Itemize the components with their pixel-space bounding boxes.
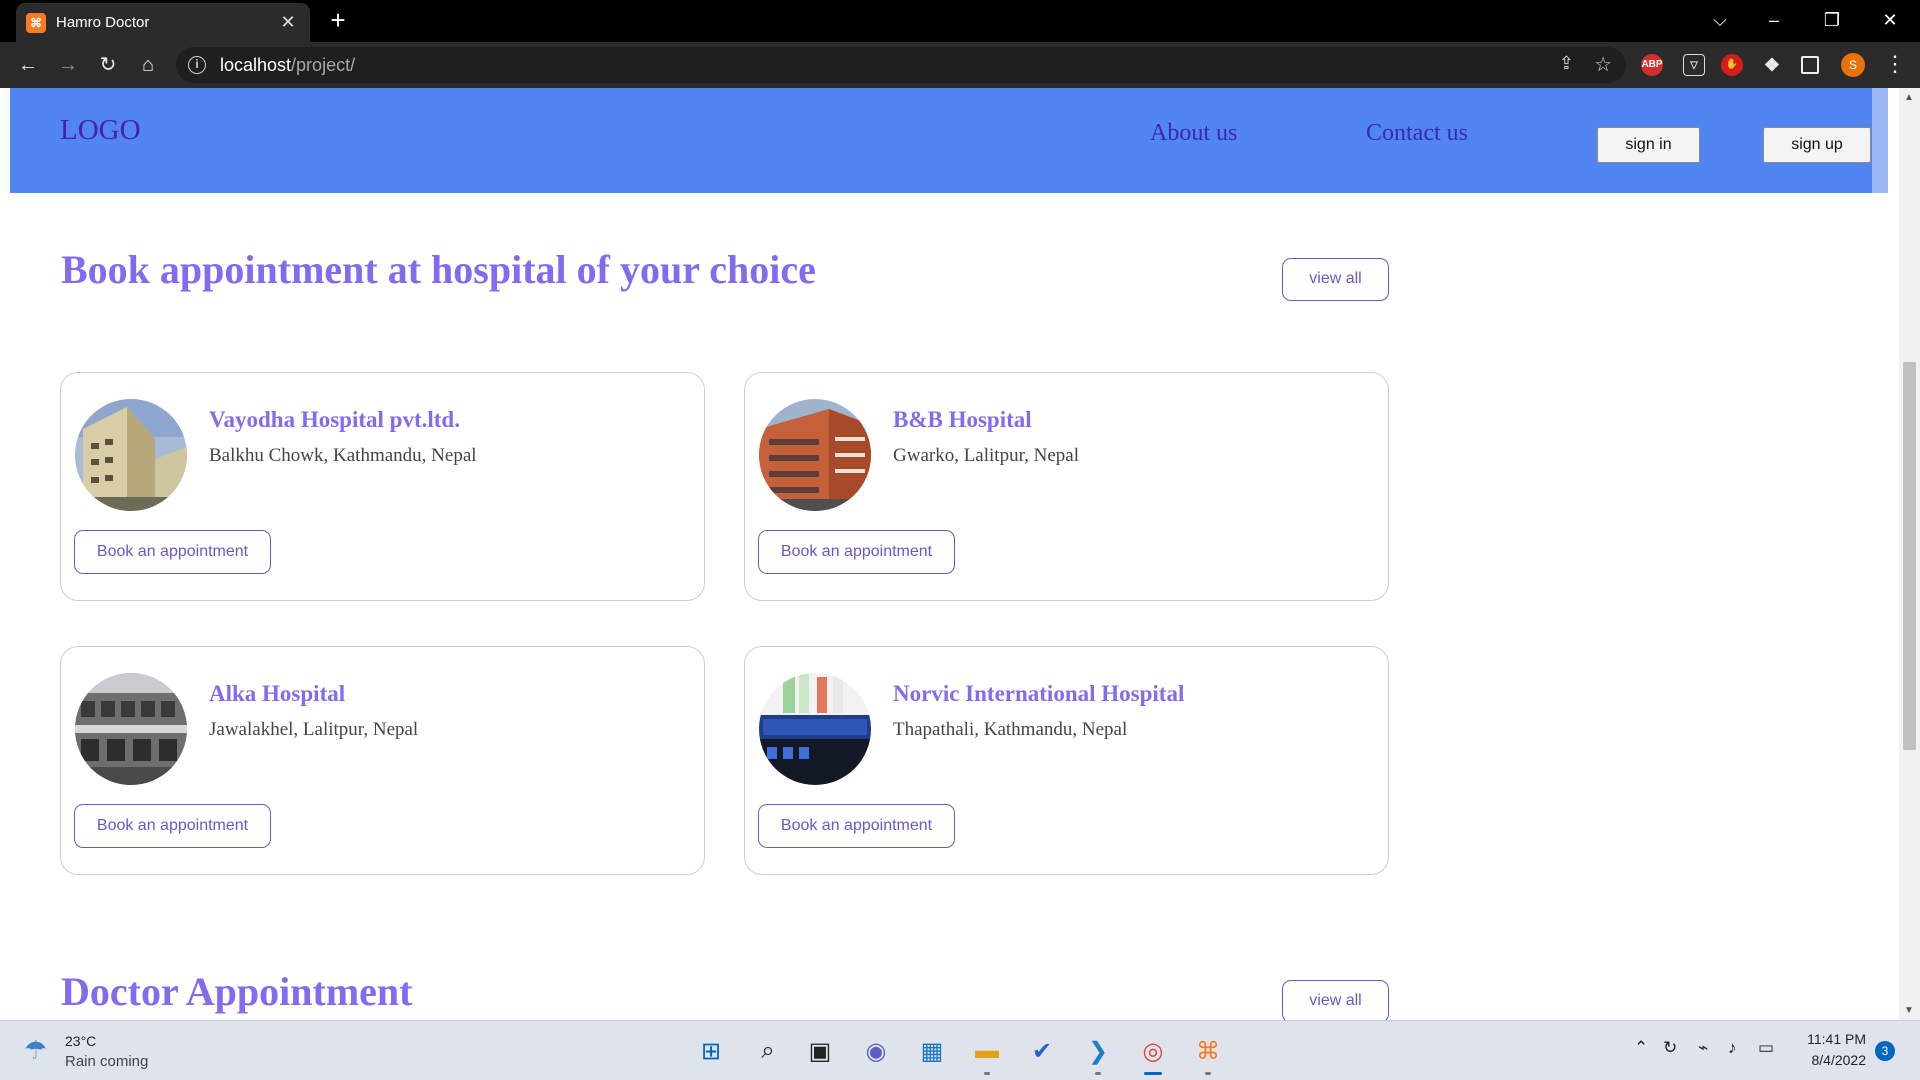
nav-about-us[interactable]: About us	[1150, 120, 1237, 147]
new-tab-button[interactable]: +	[324, 6, 352, 34]
windows-taskbar: ☂ 23°C Rain coming ⊞ ⌕ ▣ ◉ ▦ ▬ ✔ ❯ ◎ ⌘ ⌃…	[0, 1020, 1920, 1080]
clock-time[interactable]: 11:41 PM	[1806, 1031, 1866, 1047]
wifi-icon[interactable]: ⌁	[1698, 1038, 1708, 1058]
browser-titlebar: ⌘ Hamro Doctor ✕ + ⌵ – ❐ ✕	[0, 0, 1920, 42]
forward-arrow-icon[interactable]: →	[54, 51, 82, 79]
shield-extension-icon[interactable]: ▽	[1683, 54, 1705, 76]
hospital-address: Jawalakhel, Lalitpur, Nepal	[209, 719, 419, 740]
browser-tab[interactable]: ⌘ Hamro Doctor ✕	[16, 3, 310, 42]
hospital-name[interactable]: Vayodha Hospital pvt.ltd.	[209, 407, 460, 433]
tab-title: Hamro Doctor	[56, 14, 150, 31]
sign-in-button[interactable]: sign in	[1597, 127, 1700, 163]
hospital-address: Gwarko, Lalitpur, Nepal	[893, 445, 1080, 466]
teams-chat-icon[interactable]: ◉	[857, 1032, 895, 1070]
store-icon[interactable]: ▦	[913, 1032, 951, 1070]
close-tab-icon[interactable]: ✕	[278, 12, 298, 33]
xampp-favicon-icon: ⌘	[26, 12, 46, 33]
site-info-icon[interactable]: i	[188, 56, 206, 74]
running-indicator	[1205, 1072, 1211, 1075]
bookmark-star-icon[interactable]: ☆	[1594, 52, 1612, 77]
search-icon[interactable]: ⌕	[749, 1032, 787, 1070]
side-panel-icon[interactable]	[1801, 56, 1819, 74]
sign-up-button[interactable]: sign up	[1763, 127, 1871, 163]
running-indicator	[1095, 1072, 1101, 1075]
minimize-button[interactable]: –	[1754, 6, 1794, 34]
hospitals-section-title: Book appointment at hospital of your cho…	[61, 247, 816, 292]
page-viewport: LOGO About us Contact us sign in sign up…	[0, 88, 1920, 1020]
hospital-address: Thapathali, Kathmandu, Nepal	[893, 719, 1128, 740]
browser-toolbar: ← → ↻ ⌂ i localhost/project/ ⇪ ☆ ABP ▽ ✋…	[0, 42, 1920, 88]
hospital-address: Balkhu Chowk, Kathmandu, Nepal	[209, 445, 477, 466]
hospital-name[interactable]: Norvic International Hospital	[893, 681, 1184, 707]
hospital-photo	[759, 399, 871, 511]
file-explorer-icon[interactable]: ▬	[968, 1032, 1006, 1070]
chrome-icon[interactable]: ◎	[1134, 1032, 1172, 1070]
vscode-icon[interactable]: ❯	[1079, 1032, 1117, 1070]
home-icon[interactable]: ⌂	[134, 51, 162, 79]
weather-description[interactable]: Rain coming	[65, 1053, 148, 1070]
book-appointment-button[interactable]: Book an appointment	[74, 530, 271, 574]
book-appointment-button[interactable]: Book an appointment	[758, 804, 955, 848]
hospital-name[interactable]: B&B Hospital	[893, 407, 1032, 433]
rain-umbrella-icon[interactable]: ☂	[24, 1035, 54, 1065]
address-bar[interactable]: i localhost/project/ ⇪ ☆	[176, 47, 1626, 83]
doctor-section-title: Doctor Appointment	[61, 969, 413, 1014]
sync-icon[interactable]: ↻	[1663, 1038, 1677, 1058]
start-windows-icon[interactable]: ⊞	[692, 1032, 730, 1070]
notification-count-badge[interactable]: 3	[1875, 1041, 1895, 1061]
hospital-card: Vayodha Hospital pvt.ltd. Balkhu Chowk, …	[60, 372, 705, 601]
hidden-icons-chevron-icon[interactable]: ⌃	[1634, 1038, 1648, 1058]
scroll-up-arrow-icon[interactable]: ▲	[1904, 92, 1914, 103]
book-appointment-button[interactable]: Book an appointment	[74, 804, 271, 848]
reload-icon[interactable]: ↻	[94, 51, 122, 79]
back-arrow-icon[interactable]: ←	[14, 51, 42, 79]
nav-contact-us[interactable]: Contact us	[1366, 120, 1468, 147]
adblock-extension-icon[interactable]: ABP	[1641, 54, 1663, 76]
hospital-card: Norvic International Hospital Thapathali…	[744, 646, 1389, 875]
hospital-name[interactable]: Alka Hospital	[209, 681, 345, 707]
share-icon[interactable]: ⇪	[1559, 53, 1574, 74]
battery-icon[interactable]: ▭	[1758, 1038, 1774, 1058]
url-text: localhost/project/	[220, 54, 356, 75]
tab-search-icon[interactable]: ⌵	[1700, 6, 1740, 34]
site-logo[interactable]: LOGO	[60, 114, 141, 147]
task-view-icon[interactable]: ▣	[801, 1032, 839, 1070]
hospital-card: B&B Hospital Gwarko, Lalitpur, Nepal Boo…	[744, 372, 1389, 601]
volume-icon[interactable]: ♪	[1728, 1038, 1737, 1058]
hospital-photo	[75, 399, 187, 511]
xampp-icon[interactable]: ⌘	[1189, 1032, 1227, 1070]
extensions-puzzle-icon[interactable]: ❖	[1761, 54, 1783, 76]
book-appointment-button[interactable]: Book an appointment	[758, 530, 955, 574]
running-indicator	[984, 1072, 990, 1075]
header-edge	[1872, 88, 1888, 193]
browser-menu-icon[interactable]: ⋮	[1884, 51, 1906, 77]
clock-date[interactable]: 8/4/2022	[1800, 1052, 1867, 1068]
hospital-photo	[759, 673, 871, 785]
hospitals-view-all-button[interactable]: view all	[1282, 258, 1389, 301]
page-scrollbar[interactable]: ▲ ▼	[1899, 88, 1920, 1020]
todo-check-icon[interactable]: ✔	[1023, 1032, 1061, 1070]
stop-extension-icon[interactable]: ✋	[1721, 54, 1743, 76]
weather-temperature[interactable]: 23°C	[65, 1033, 96, 1049]
hospital-card: Alka Hospital Jawalakhel, Lalitpur, Nepa…	[60, 646, 705, 875]
scroll-down-arrow-icon[interactable]: ▼	[1904, 1005, 1914, 1016]
scrollbar-thumb[interactable]	[1903, 362, 1916, 750]
close-window-button[interactable]: ✕	[1870, 6, 1910, 34]
restore-button[interactable]: ❐	[1812, 6, 1852, 34]
hospital-photo	[75, 673, 187, 785]
profile-avatar[interactable]: S	[1841, 53, 1865, 77]
active-app-indicator	[1144, 1072, 1162, 1075]
site-header: LOGO About us Contact us sign in sign up	[10, 88, 1888, 193]
doctor-view-all-button[interactable]: view all	[1282, 980, 1389, 1020]
